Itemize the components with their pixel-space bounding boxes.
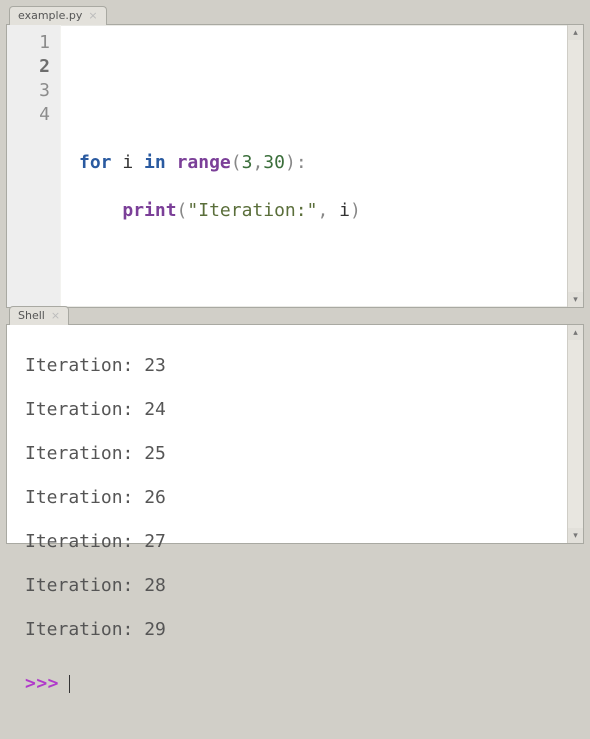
shell-line: Iteration: 26 bbox=[25, 487, 561, 509]
close-icon[interactable]: × bbox=[88, 10, 97, 21]
line-number: 1 bbox=[7, 31, 50, 55]
paren: ) bbox=[350, 200, 361, 221]
shell-line: Iteration: 29 bbox=[25, 619, 561, 641]
editor-scrollbar[interactable]: ▴ ▾ bbox=[567, 25, 583, 307]
shell-line: Iteration: 25 bbox=[25, 443, 561, 465]
shell-line: Iteration: 24 bbox=[25, 399, 561, 421]
code-line: for i in range(3,30): bbox=[79, 151, 567, 175]
identifier-i: i bbox=[122, 152, 133, 173]
builtin-print: print bbox=[122, 200, 176, 221]
code-line bbox=[79, 103, 567, 127]
shell-tab-label: Shell bbox=[18, 309, 45, 322]
shell-prompt: >>> bbox=[25, 673, 59, 695]
scroll-up-icon[interactable]: ▴ bbox=[568, 25, 583, 40]
line-number: 3 bbox=[7, 79, 50, 103]
space bbox=[328, 200, 339, 221]
comma: , bbox=[317, 200, 328, 221]
editor-tab-label: example.py bbox=[18, 9, 82, 22]
keyword-for: for bbox=[79, 152, 112, 173]
scroll-track[interactable] bbox=[568, 40, 583, 292]
paren: ): bbox=[285, 152, 307, 173]
shell-tab[interactable]: Shell × bbox=[9, 306, 69, 325]
shell-prompt-line[interactable]: >>> bbox=[25, 673, 561, 695]
editor-content: 1 2 3 4 for i in range(3,30): print("Ite… bbox=[7, 25, 567, 307]
code-line: print("Iteration:", i) bbox=[79, 199, 567, 223]
code-line bbox=[79, 55, 567, 79]
paren: ( bbox=[177, 200, 188, 221]
editor-gutter: 1 2 3 4 bbox=[7, 25, 61, 307]
number-literal: 30 bbox=[263, 152, 285, 173]
scroll-up-icon[interactable]: ▴ bbox=[568, 325, 583, 340]
indent bbox=[79, 200, 122, 221]
string-literal: "Iteration:" bbox=[187, 200, 317, 221]
line-number: 2 bbox=[7, 55, 50, 79]
number-literal: 3 bbox=[242, 152, 253, 173]
comma: , bbox=[252, 152, 263, 173]
editor-tab-example[interactable]: example.py × bbox=[9, 6, 107, 25]
scroll-down-icon[interactable]: ▾ bbox=[568, 528, 583, 543]
code-editor[interactable]: for i in range(3,30): print("Iteration:"… bbox=[61, 25, 567, 307]
shell-line: Iteration: 28 bbox=[25, 575, 561, 597]
close-icon[interactable]: × bbox=[51, 310, 60, 321]
builtin-range: range bbox=[177, 152, 231, 173]
paren: ( bbox=[231, 152, 242, 173]
line-number: 4 bbox=[7, 103, 50, 127]
shell-pane: Shell × Iteration: 23 Iteration: 24 Iter… bbox=[6, 324, 584, 544]
shell-output[interactable]: Iteration: 23 Iteration: 24 Iteration: 2… bbox=[7, 325, 567, 543]
keyword-in: in bbox=[144, 152, 166, 173]
editor-pane: example.py × 1 2 3 4 for i in range(3,30… bbox=[6, 24, 584, 308]
scroll-track[interactable] bbox=[568, 340, 583, 528]
editor-tabs: example.py × bbox=[7, 5, 107, 25]
shell-line: Iteration: 23 bbox=[25, 355, 561, 377]
scroll-down-icon[interactable]: ▾ bbox=[568, 292, 583, 307]
shell-tabs: Shell × bbox=[7, 305, 69, 325]
shell-scrollbar[interactable]: ▴ ▾ bbox=[567, 325, 583, 543]
shell-line: Iteration: 27 bbox=[25, 531, 561, 553]
text-cursor bbox=[69, 675, 70, 693]
identifier-i: i bbox=[339, 200, 350, 221]
